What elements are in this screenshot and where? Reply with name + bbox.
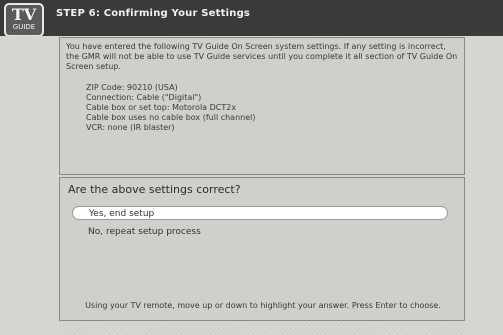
setting-vcr: VCR: none (IR blaster) [86,123,175,132]
confirm-panel: Are the above settings correct? Yes, end… [59,177,465,321]
right-margin [465,36,503,335]
option-yes-end-setup[interactable]: Yes, end setup [72,206,448,220]
intro-text: You have entered the following TV Guide … [66,42,458,71]
settings-summary-panel: You have entered the following TV Guide … [59,37,465,175]
logo-text: TV [11,5,37,24]
tv-guide-setup-screen: TV GUIDE STEP 6: Confirming Your Setting… [0,0,503,335]
confirm-question: Are the above settings correct? [68,183,241,196]
page-title: STEP 6: Confirming Your Settings [56,8,251,19]
setting-cable-box: Cable box or set top: Motorola DCT2x [86,103,237,112]
setting-cable-box-channel: Cable box uses no cable box (full channe… [86,113,256,122]
left-margin [0,36,59,335]
title-bar: TV GUIDE STEP 6: Confirming Your Setting… [0,0,503,37]
logo-subtext: GUIDE [12,23,36,31]
setting-connection: Connection: Cable ("Digital") [86,93,202,102]
instructions-text: Using your TV remote, move up or down to… [85,301,441,310]
settings-list: ZIP Code: 90210 (USA) Connection: Cable … [86,83,255,133]
setting-zip-code: ZIP Code: 90210 (USA) [86,83,178,92]
tv-guide-logo: TV GUIDE [4,3,44,37]
option-no-repeat-setup[interactable]: No, repeat setup process [72,225,448,239]
